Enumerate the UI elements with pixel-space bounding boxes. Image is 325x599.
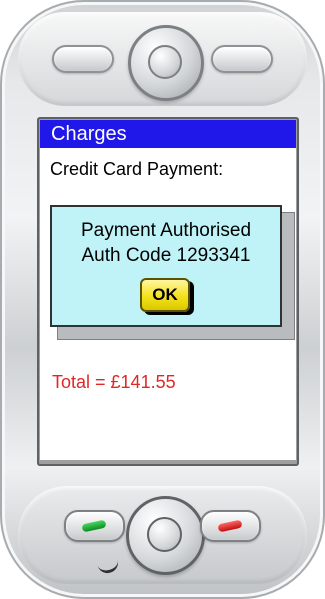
ok-button[interactable]: OK: [140, 278, 190, 312]
payment-subtitle: Credit Card Payment:: [50, 159, 224, 179]
payment-authorised-dialog: Payment Authorised Auth Code 1293341 OK: [50, 205, 282, 327]
top-left-hardware-button[interactable]: [52, 45, 114, 73]
top-navigation-pad[interactable]: [128, 25, 204, 101]
green-call-button[interactable]: [64, 510, 125, 542]
total-amount: Total = £141.55: [52, 372, 176, 392]
dialog-message-line2: Auth Code 1293341: [81, 245, 251, 266]
joystick-center[interactable]: [147, 517, 182, 552]
green-phone-icon: [81, 519, 107, 533]
top-right-hardware-button[interactable]: [211, 45, 273, 73]
title-bar: Charges: [40, 120, 296, 148]
top-navigation-pad-center[interactable]: [148, 45, 182, 79]
phone-device: Charges Credit Card Payment: Payment Aut…: [0, 0, 325, 599]
phone-screen: Charges Credit Card Payment: Payment Aut…: [40, 120, 296, 460]
center-joystick[interactable]: [126, 496, 205, 575]
red-end-call-button[interactable]: [200, 510, 261, 542]
red-phone-icon: [217, 519, 243, 533]
dialog-message-line1: Payment Authorised: [80, 220, 252, 241]
page-title: Charges: [51, 123, 127, 145]
